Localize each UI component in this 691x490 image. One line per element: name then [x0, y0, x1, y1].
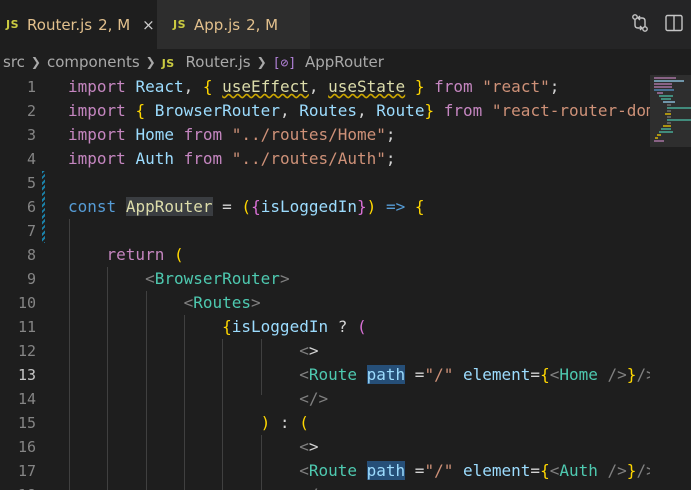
code-line[interactable]: <>	[68, 435, 318, 459]
code-line[interactable]: <Routes>	[68, 291, 261, 315]
code-line[interactable]: <BrowserRouter>	[68, 267, 290, 291]
minimap-line	[665, 113, 671, 115]
chevron-right-icon: ❯	[145, 55, 156, 69]
line-number: 11	[17, 318, 36, 336]
code-editor[interactable]: 123456789101112131415161718 import React…	[0, 75, 650, 490]
tab-label: Router.js	[27, 15, 93, 34]
line-number: 7	[26, 222, 36, 240]
editor-actions	[629, 12, 685, 34]
line-number: 13	[17, 366, 36, 384]
minimap-line	[654, 89, 674, 91]
code-line[interactable]: <Route path ="/" element={<Home />}/>	[68, 363, 650, 387]
minimap-line	[667, 110, 671, 112]
line-number: 5	[26, 174, 36, 192]
code-line[interactable]: const AppRouter = ({isLoggedIn}) => {	[68, 195, 425, 219]
breadcrumb-item-symbol[interactable]: [⊘] AppRouter	[273, 53, 384, 71]
chevron-right-icon: ❯	[30, 55, 41, 69]
line-number: 12	[17, 342, 36, 360]
breadcrumb: src ❯ components ❯ JS Router.js ❯ [⊘] Ap…	[0, 49, 691, 75]
js-file-icon: JS	[6, 18, 20, 31]
line-number: 2	[26, 102, 36, 120]
line-number: 16	[17, 438, 36, 456]
breadcrumb-item-src[interactable]: src	[3, 53, 25, 71]
minimap-line	[667, 116, 671, 118]
code-line[interactable]: {isLoggedIn ? (	[68, 315, 367, 339]
minimap-line	[661, 128, 671, 130]
code-line[interactable]: import Home from "../routes/Home";	[68, 123, 396, 147]
minimap-line	[667, 122, 671, 124]
line-number: 6	[26, 198, 36, 216]
code-line[interactable]: ) : (	[68, 411, 309, 435]
breadcrumb-item-components[interactable]: components	[47, 53, 140, 71]
symbol-variable-icon: [⊘]	[272, 56, 297, 71]
line-number: 10	[17, 294, 36, 312]
line-number: 17	[17, 462, 36, 480]
tab-bar: JS Router.js 2, M × JS App.js 2, M	[0, 0, 691, 49]
minimap-line	[657, 134, 661, 136]
minimap[interactable]	[650, 75, 691, 490]
breadcrumb-item-file[interactable]: JS Router.js	[162, 53, 251, 71]
minimap-line	[654, 140, 664, 142]
tab-app-js[interactable]: JS App.js 2, M	[157, 0, 310, 49]
chevron-right-icon: ❯	[256, 55, 267, 69]
line-number: 3	[26, 126, 36, 144]
js-file-icon: JS	[161, 57, 175, 70]
minimap-line	[667, 119, 691, 121]
code-line[interactable]: <Route path ="/" element={<Auth />}/>	[68, 459, 650, 483]
tab-status: 2, M	[246, 15, 279, 34]
minimap-line	[659, 131, 673, 133]
js-file-icon: JS	[173, 18, 187, 31]
minimap-line	[657, 92, 663, 94]
code-line[interactable]: import { BrowserRouter, Routes, Route} f…	[68, 99, 650, 123]
line-number: 14	[17, 390, 36, 408]
line-number: 15	[17, 414, 36, 432]
close-icon[interactable]: ×	[142, 16, 155, 34]
minimap-line	[654, 80, 684, 82]
line-number: 18	[0, 483, 36, 490]
minimap-line	[654, 86, 672, 88]
line-number: 9	[26, 270, 36, 288]
tab-router-js[interactable]: JS Router.js 2, M ×	[0, 0, 157, 49]
breadcrumb-file-label: Router.js	[185, 53, 251, 71]
minimap-line	[659, 95, 673, 97]
minimap-line	[663, 101, 675, 103]
code-line[interactable]: </>	[68, 387, 328, 411]
modified-lines-indicator	[42, 171, 45, 243]
split-editor-icon[interactable]	[663, 12, 685, 34]
minimap-line	[667, 104, 671, 106]
code-line[interactable]: </>	[68, 483, 328, 490]
minimap-line	[661, 98, 671, 100]
line-number: 4	[26, 150, 36, 168]
breadcrumb-symbol-label: AppRouter	[304, 53, 384, 71]
code-line[interactable]: import React, { useEffect, useState } fr…	[68, 75, 559, 99]
minimap-line	[654, 83, 672, 85]
line-number: 1	[26, 78, 36, 96]
git-compare-icon[interactable]	[629, 12, 651, 34]
code-line[interactable]: return (	[68, 243, 184, 267]
minimap-line	[655, 137, 658, 139]
code-line[interactable]: <>	[68, 339, 318, 363]
line-number: 8	[26, 246, 36, 264]
minimap-line	[654, 77, 676, 79]
minimap-line	[663, 125, 671, 127]
minimap-line	[667, 107, 691, 109]
tab-status: 2, M	[98, 15, 131, 34]
code-line[interactable]: import Auth from "../routes/Auth";	[68, 147, 396, 171]
tab-label: App.js	[194, 15, 241, 34]
